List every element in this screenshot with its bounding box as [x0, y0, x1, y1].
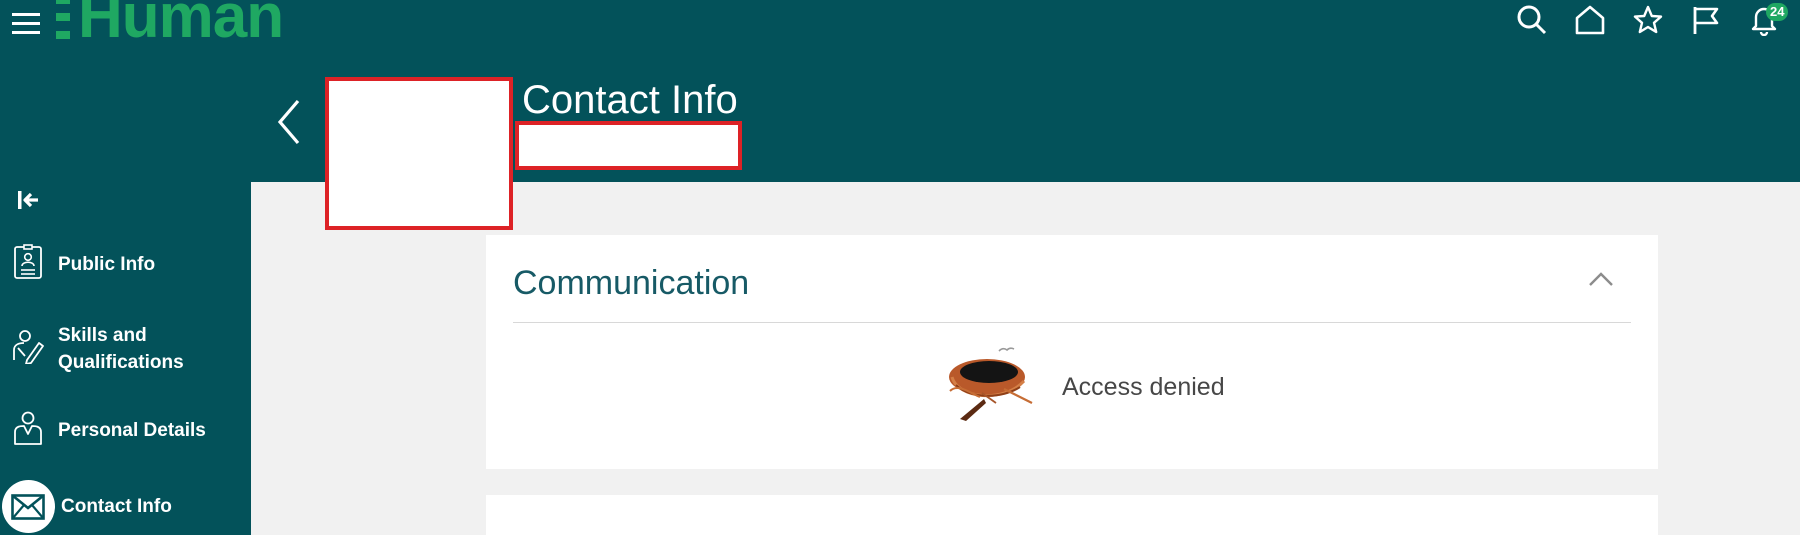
sidebar-item-label: Personal Details	[58, 420, 206, 441]
id-badge-icon	[14, 244, 42, 279]
sidebar-item-label-line1: Skills and	[58, 325, 147, 346]
divider	[513, 322, 1631, 323]
sidebar-item-label-line2: Qualifications	[58, 352, 184, 373]
hamburger-icon[interactable]	[12, 11, 40, 35]
page-title: Contact Info	[522, 78, 738, 122]
logo-mark	[56, 0, 70, 39]
logo-text: Human	[78, 0, 284, 51]
flag-icon[interactable]	[1690, 4, 1722, 36]
top-header: Human 24 Contact Info	[0, 0, 1800, 182]
notifications-button[interactable]: 24	[1748, 3, 1789, 37]
chevron-up-icon[interactable]	[1588, 271, 1614, 287]
app-logo[interactable]: Human	[56, 0, 284, 51]
star-icon[interactable]	[1632, 4, 1664, 36]
sidebar: Public Info Skills and Qualifications Pe…	[0, 182, 251, 535]
access-denied-message: Access denied	[1062, 373, 1225, 401]
home-icon[interactable]	[1574, 4, 1606, 36]
sidebar-item-contact-info[interactable]: Contact Info	[0, 480, 251, 535]
sidebar-item-personal-details[interactable]: Personal Details	[0, 410, 251, 450]
person-icon	[14, 411, 42, 445]
empty-nest-icon	[949, 347, 1033, 421]
sidebar-item-label: Public Info	[58, 254, 156, 275]
communication-card: Communication Access denied	[486, 235, 1658, 469]
person-pencil-icon	[13, 330, 44, 364]
sidebar-item-public-info[interactable]: Public Info	[0, 244, 251, 284]
redacted-employee-name	[515, 121, 742, 170]
search-icon[interactable]	[1516, 4, 1548, 36]
notification-count-badge: 24	[1766, 3, 1789, 21]
address-card	[486, 495, 1658, 535]
section-title: Communication	[513, 264, 750, 302]
envelope-icon	[11, 494, 45, 520]
collapse-sidebar-icon[interactable]	[16, 186, 42, 214]
sidebar-item-label: Contact Info	[61, 496, 172, 517]
redacted-profile-photo	[325, 77, 513, 230]
back-chevron-icon[interactable]	[276, 98, 302, 146]
sidebar-item-skills-qualifications[interactable]: Skills and Qualifications	[0, 322, 251, 378]
